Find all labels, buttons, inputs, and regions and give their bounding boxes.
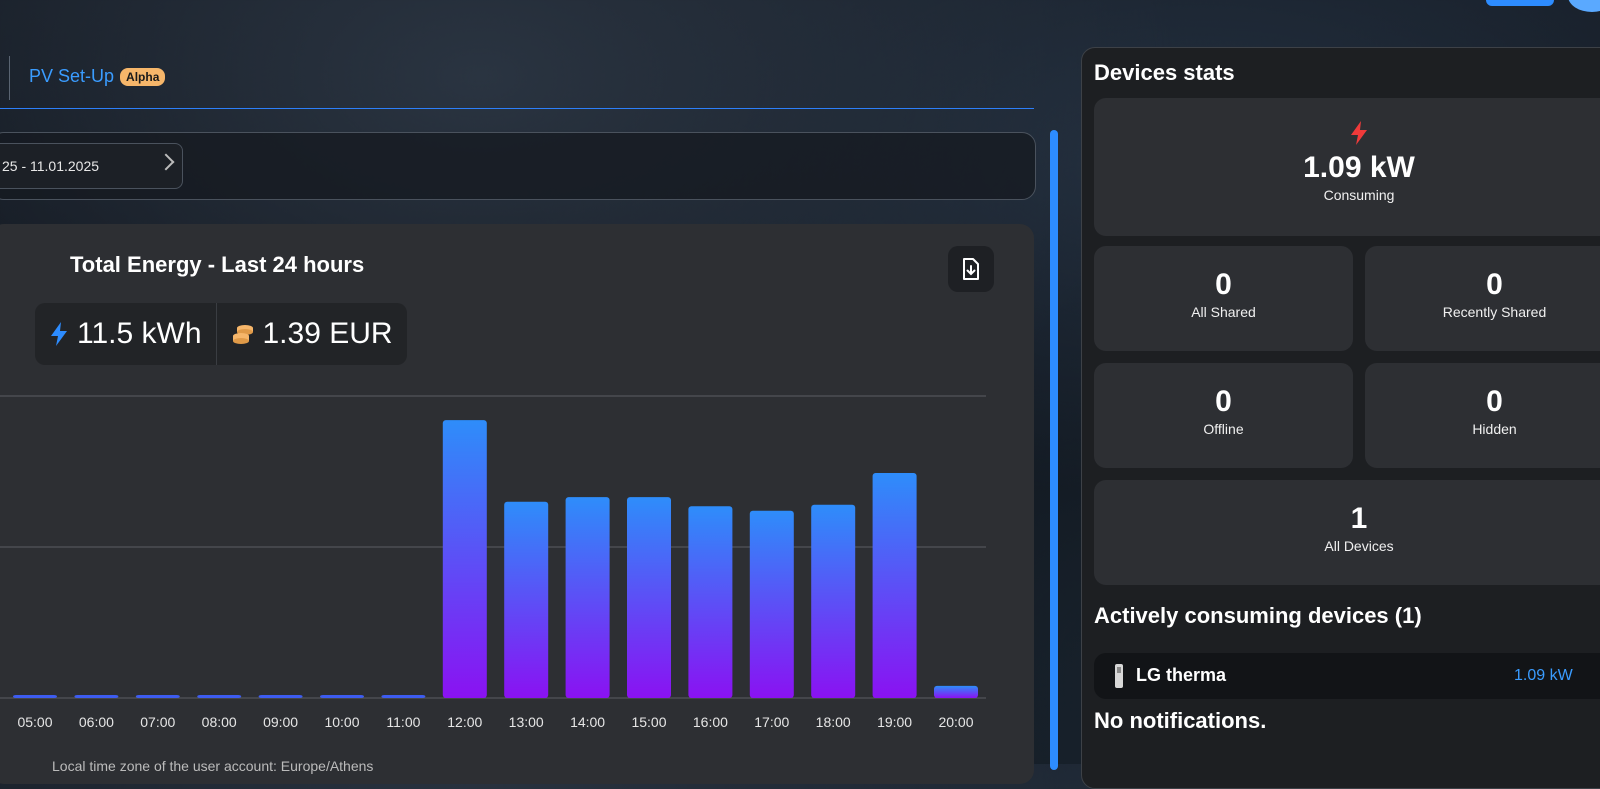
energy-summary: 11.5 kWh 1.39 EUR <box>35 303 407 365</box>
stat-hidden[interactable]: 0 Hidden <box>1365 363 1600 468</box>
bar-13:00[interactable] <box>504 501 549 698</box>
x-tick-label: 14:00 <box>570 714 605 730</box>
bar-12:00[interactable] <box>442 420 487 698</box>
x-tick-label: 09:00 <box>263 714 298 730</box>
stat-recently-shared-label: Recently Shared <box>1442 304 1547 320</box>
energy-bar-chart: 05:00 06:00 07:00 08:00 09:00 10:00 11:00 12:00… <box>0 395 986 730</box>
x-tick-label: 16:00 <box>693 714 728 730</box>
stat-recently-shared[interactable]: 0 Recently Shared <box>1365 246 1600 351</box>
x-tick-label: 15:00 <box>631 714 666 730</box>
stat-offline-value: 0 <box>1215 385 1232 418</box>
bar-16:00[interactable] <box>688 506 733 698</box>
stat-all-devices-value: 1 <box>1350 502 1368 535</box>
x-tick-label: 20:00 <box>938 714 973 730</box>
x-tick-label: 19:00 <box>877 714 912 730</box>
tab-pv-setup-label: PV Set-Up <box>29 66 115 86</box>
lightning-icon <box>51 322 67 346</box>
date-range-picker[interactable]: 25 - 11.01.2025 <box>0 143 183 189</box>
energy-card: Total Energy - Last 24 hours 11.5 kWh 1.… <box>0 224 1034 784</box>
x-tick-label: 18:00 <box>816 714 851 730</box>
x-tick-label: 17:00 <box>754 714 789 730</box>
coins-icon <box>232 325 253 344</box>
stat-offline-label: Offline <box>1203 421 1244 437</box>
date-range-text: 25 - 11.01.2025 <box>2 158 100 174</box>
cost-total: 1.39 EUR <box>215 303 407 365</box>
energy-total: 11.5 kWh <box>35 303 216 365</box>
top-action-button[interactable] <box>1486 0 1554 6</box>
notifications-title: No notifications. <box>1094 708 1267 733</box>
stat-all-shared-value: 0 <box>1215 268 1232 301</box>
stat-consuming-label: Consuming <box>1323 187 1395 203</box>
bar-18:00[interactable] <box>811 504 856 698</box>
stat-consuming-value: 1.09 kW <box>1303 151 1415 184</box>
device-name: LG therma <box>1136 665 1227 685</box>
active-devices-title: Actively consuming devices (1) <box>1094 603 1422 628</box>
stat-all-shared[interactable]: 0 All Shared <box>1094 246 1353 351</box>
bar-09:00[interactable] <box>258 694 303 698</box>
x-tick-label: 12:00 <box>447 714 482 730</box>
tab-pv-setup[interactable]: PV Set-Up Alpha <box>29 66 166 87</box>
download-icon <box>963 258 979 280</box>
bar-10:00[interactable] <box>320 694 364 698</box>
bar-08:00[interactable] <box>197 694 242 698</box>
stat-consuming[interactable]: 1.09 kW Consuming <box>1094 98 1600 236</box>
user-avatar[interactable] <box>1568 0 1600 12</box>
stat-recently-shared-value: 0 <box>1486 268 1503 301</box>
bar-19:00[interactable] <box>872 473 917 698</box>
chevron-right-icon[interactable] <box>157 153 175 171</box>
bar-14:00[interactable] <box>565 497 610 698</box>
tab-bar: PV Set-Up Alpha <box>0 52 1034 109</box>
devices-panel: Devices stats 1.09 kW Consuming 0 All Sh… <box>1081 47 1600 789</box>
stat-hidden-label: Hidden <box>1472 421 1517 437</box>
bar-11:00[interactable] <box>381 694 426 698</box>
timezone-note: Local time zone of the user account: Eur… <box>52 758 374 774</box>
device-row[interactable]: LG therma 1.09 kW ❯ <box>1094 653 1600 699</box>
cost-value: 1.39 EUR <box>262 317 393 350</box>
bar-07:00[interactable] <box>135 694 180 698</box>
stat-hidden-value: 0 <box>1486 385 1503 418</box>
lightning-icon <box>1351 121 1367 145</box>
bar-06:00[interactable] <box>74 694 119 698</box>
stat-all-shared-label: All Shared <box>1191 304 1256 320</box>
device-power: 1.09 kW <box>1514 667 1573 684</box>
x-tick-label: 06:00 <box>79 714 114 730</box>
heat-pump-icon <box>1115 664 1123 688</box>
scrollbar[interactable] <box>1050 130 1058 770</box>
x-tick-label: 07:00 <box>140 714 175 730</box>
bar-20:00[interactable] <box>934 685 978 698</box>
tab-divider <box>9 56 10 100</box>
bar-15:00[interactable] <box>627 497 671 698</box>
devices-stats-title: Devices stats <box>1094 60 1235 85</box>
bar-05:00[interactable] <box>13 694 57 698</box>
energy-value: 11.5 kWh <box>77 317 202 350</box>
bar-17:00[interactable] <box>749 510 794 698</box>
energy-card-title: Total Energy - Last 24 hours <box>70 252 365 277</box>
alpha-badge: Alpha <box>120 67 166 86</box>
x-tick-label: 05:00 <box>17 714 52 730</box>
date-range-bar: 25 - 11.01.2025 <box>0 132 1036 200</box>
x-tick-label: 10:00 <box>324 714 359 730</box>
x-tick-label: 08:00 <box>202 714 237 730</box>
stat-offline[interactable]: 0 Offline <box>1094 363 1353 468</box>
stat-all-devices-label: All Devices <box>1324 538 1394 554</box>
stat-all-devices[interactable]: 1 All Devices <box>1094 480 1600 585</box>
x-tick-label: 11:00 <box>386 714 420 730</box>
download-button[interactable] <box>948 246 994 292</box>
x-tick-label: 13:00 <box>509 714 544 730</box>
